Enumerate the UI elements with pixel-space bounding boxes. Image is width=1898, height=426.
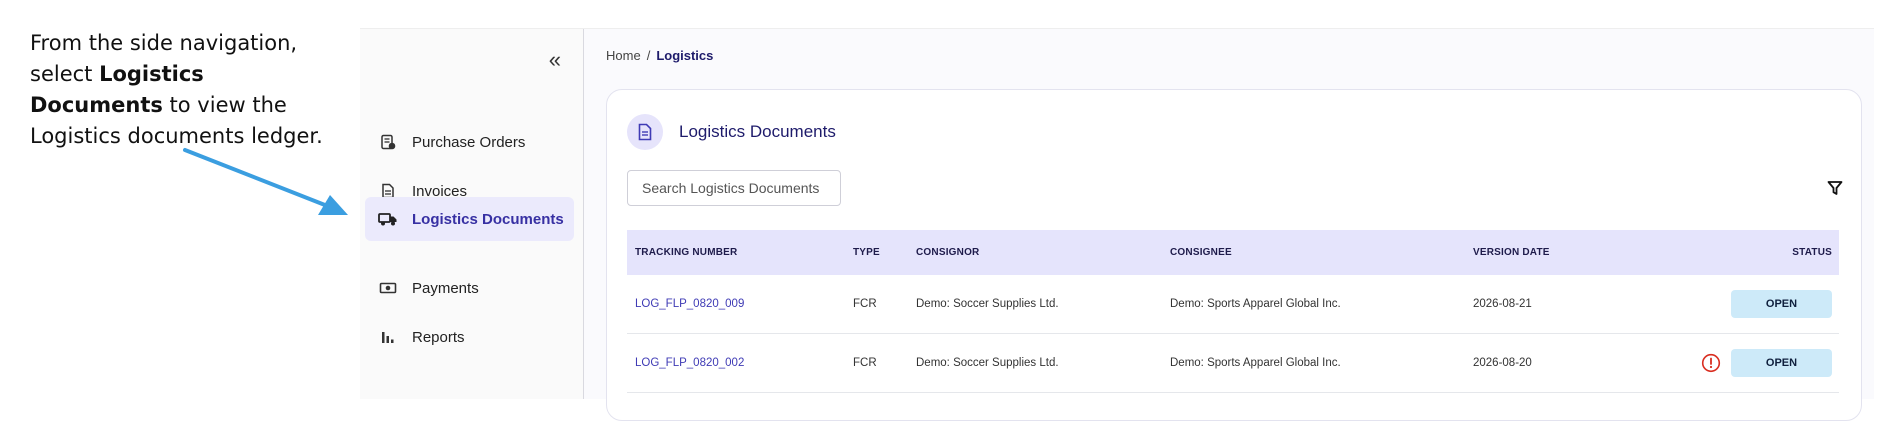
table-header: TRACKING NUMBER TYPE CONSIGNOR CONSIGNEE… — [627, 230, 1839, 275]
breadcrumb-current: Logistics — [656, 48, 714, 63]
type-cell: FCR — [853, 357, 877, 369]
version-date-cell: 2026-08-20 — [1473, 357, 1532, 369]
status-badge: OPEN — [1731, 349, 1832, 377]
payment-icon — [377, 277, 399, 299]
sidebar-item-label: Reports — [412, 328, 465, 346]
sidebar-item-payments[interactable]: Payments — [365, 267, 574, 309]
sidebar-item-label: Purchase Orders — [412, 133, 526, 151]
pointer-arrow-icon — [183, 148, 348, 215]
breadcrumb-home[interactable]: Home — [606, 48, 641, 63]
sidebar-item-purchase-orders[interactable]: Purchase Orders — [365, 121, 574, 163]
app-window: « Purchase Orders Invoices Logistics Doc… — [360, 28, 1874, 421]
sidebar-item-logistics-documents[interactable]: Logistics Documents — [365, 197, 574, 241]
collapse-sidebar-button[interactable]: « — [549, 47, 561, 73]
breadcrumb-separator: / — [646, 48, 651, 63]
consignee-cell: Demo: Sports Apparel Global Inc. — [1170, 298, 1341, 310]
breadcrumb: Home / Logistics — [606, 48, 713, 63]
truck-icon — [377, 208, 399, 230]
column-header-version-date[interactable]: VERSION DATE — [1473, 247, 1673, 258]
column-header-type[interactable]: TYPE — [853, 247, 916, 258]
version-date-cell: 2026-08-21 — [1473, 298, 1532, 310]
status-cell: OPEN — [1673, 349, 1839, 377]
column-header-status[interactable]: STATUS — [1673, 247, 1839, 258]
search-input[interactable] — [627, 170, 841, 206]
filter-icon[interactable] — [1827, 180, 1843, 201]
status-badge: OPEN — [1731, 290, 1832, 318]
card-header: Logistics Documents — [627, 114, 836, 150]
purchase-order-icon — [377, 131, 399, 153]
consignor-cell: Demo: Soccer Supplies Ltd. — [916, 298, 1059, 310]
document-icon — [627, 114, 663, 150]
column-header-consignor[interactable]: CONSIGNOR — [916, 247, 1170, 258]
side-navigation: « Purchase Orders Invoices Logistics Doc… — [360, 29, 584, 399]
sidebar-item-label: Payments — [412, 279, 479, 297]
logistics-table: TRACKING NUMBER TYPE CONSIGNOR CONSIGNEE… — [627, 230, 1839, 393]
column-header-tracking[interactable]: TRACKING NUMBER — [627, 247, 853, 258]
sidebar-item-reports[interactable]: Reports — [365, 316, 574, 358]
status-cell: OPEN — [1673, 290, 1839, 318]
bar-chart-icon — [377, 326, 399, 348]
consignee-cell: Demo: Sports Apparel Global Inc. — [1170, 357, 1341, 369]
logistics-card: Logistics Documents TRACKING NUMBER TYPE… — [606, 89, 1862, 421]
sidebar-item-label: Logistics Documents — [412, 210, 564, 228]
instruction-callout: From the side navigation, select Logisti… — [30, 28, 330, 152]
page-title: Logistics Documents — [679, 122, 836, 141]
column-header-consignee[interactable]: CONSIGNEE — [1170, 247, 1473, 258]
tracking-number-link[interactable]: LOG_FLP_0820_002 — [627, 357, 853, 369]
warning-icon[interactable] — [1701, 353, 1721, 373]
consignor-cell: Demo: Soccer Supplies Ltd. — [916, 357, 1059, 369]
main-content: Home / Logistics Logistics Documents TRACK… — [584, 29, 1874, 421]
table-row[interactable]: LOG_FLP_0820_002 FCR Demo: Soccer Suppli… — [627, 334, 1839, 393]
table-row[interactable]: LOG_FLP_0820_009 FCR Demo: Soccer Suppli… — [627, 275, 1839, 334]
tracking-number-link[interactable]: LOG_FLP_0820_009 — [627, 298, 853, 310]
type-cell: FCR — [853, 298, 877, 310]
